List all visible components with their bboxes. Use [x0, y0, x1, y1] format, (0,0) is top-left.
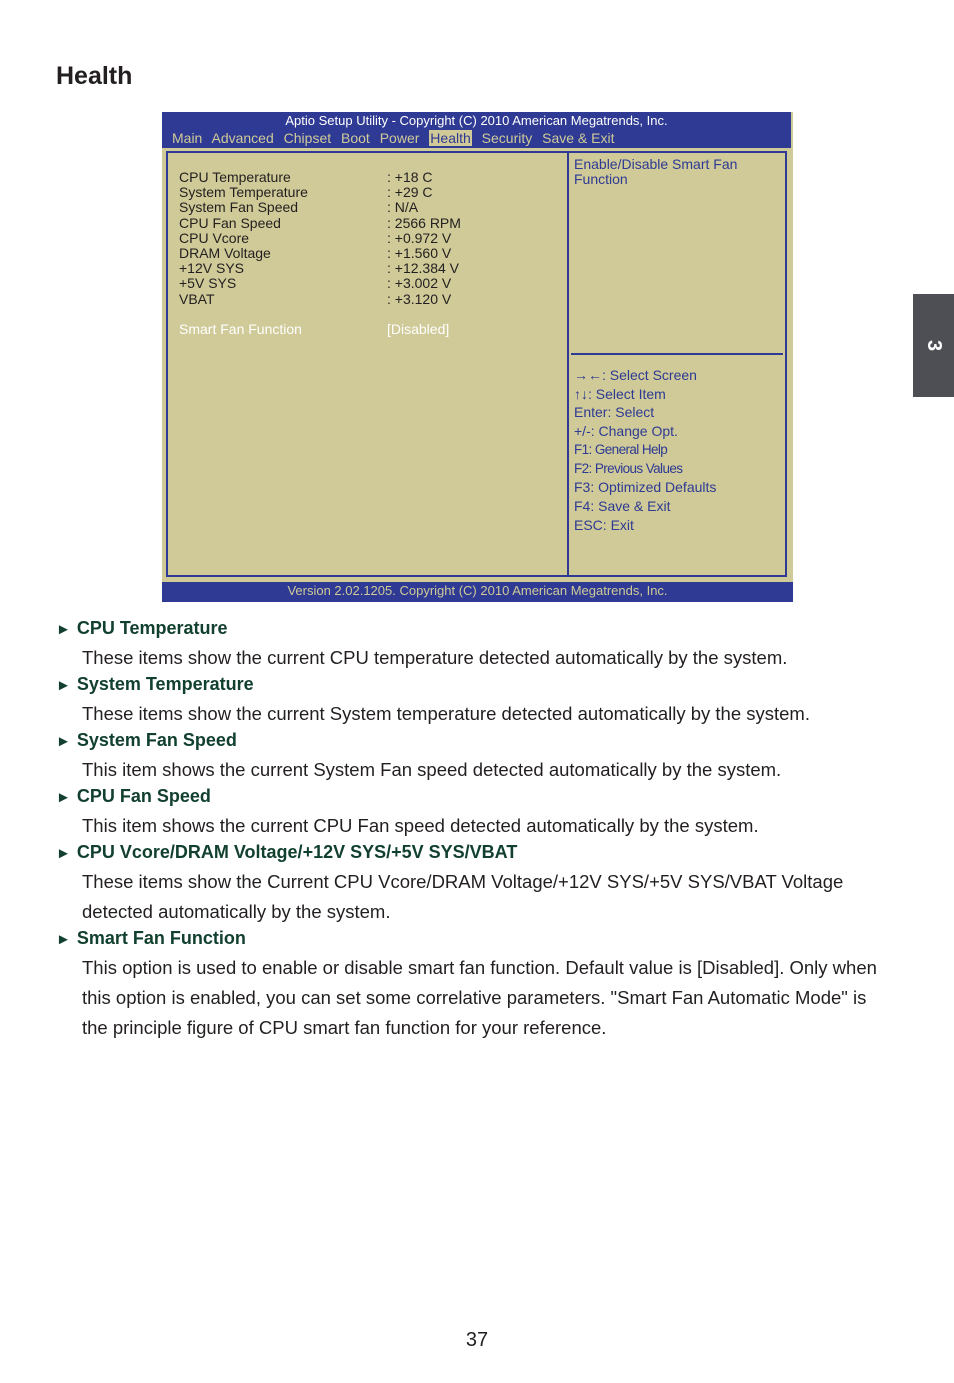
row-value: : +1.560 V: [387, 245, 452, 262]
key-legend: →←: Select Screen ↑↓: Select Item Enter:…: [574, 366, 716, 534]
row-value: : +18 C: [387, 169, 433, 185]
item-heading: CPU Fan Speed: [76, 786, 211, 806]
description-system-fan-speed: ► System Fan Speed This item shows the cu…: [56, 727, 896, 785]
bios-help-panel: Enable/Disable Smart Fan Function →←: Se…: [567, 151, 787, 577]
row-label: System Fan Speed: [179, 199, 299, 216]
row-value: : N/A: [387, 199, 419, 216]
bios-row-5v-sys: +5V SYS : +3.002 V: [179, 276, 461, 291]
triangle-right-icon: ►: [56, 845, 71, 862]
bios-row-system-fan-speed: System Fan Speed : N/A: [179, 200, 461, 215]
description-smart-fan-function: ► Smart Fan Function This option is used …: [56, 925, 896, 1043]
menu-tab-save-exit[interactable]: Save & Exit: [542, 130, 614, 146]
key-select-screen: →←: Select Screen: [574, 367, 697, 383]
bios-row-vbat: VBAT : +3.120 V: [179, 290, 461, 307]
description-system-temperature: ► System Temperature These items show the…: [56, 671, 896, 729]
option-label[interactable]: Smart Fan Function: [179, 321, 387, 337]
help-divider: [571, 353, 783, 355]
bios-settings-list: CPU Temperature : +18 C System Temperatu…: [179, 169, 461, 337]
row-label: DRAM Voltage: [179, 245, 271, 262]
bios-screenshot: Aptio Setup Utility - Copyright (C) 2010…: [162, 112, 793, 602]
key-f1-general-help: F1: General Help: [574, 441, 668, 457]
menu-tab-boot[interactable]: Boot: [341, 130, 370, 146]
row-label: VBAT: [179, 290, 215, 307]
description-cpu-fan-speed: ► CPU Fan Speed This item shows the curre…: [56, 783, 896, 841]
item-body: These items show the current CPU tempera…: [82, 647, 788, 668]
item-body: This item shows the current CPU Fan spee…: [82, 815, 759, 836]
row-label: CPU Fan Speed: [179, 214, 281, 231]
bios-header: Aptio Setup Utility - Copyright (C) 2010…: [162, 112, 791, 148]
triangle-right-icon: ►: [56, 789, 71, 806]
key-f2-previous-values: F2: Previous Values: [574, 460, 683, 476]
menu-tab-advanced[interactable]: Advanced: [211, 130, 273, 146]
row-value: : +0.972 V: [387, 229, 452, 246]
menu-tab-power[interactable]: Power: [380, 130, 420, 146]
key-esc-exit: ESC: Exit: [574, 516, 634, 533]
row-value: : +12.384 V: [387, 260, 460, 277]
item-body: These items show the Current CPU Vcore/D…: [82, 871, 844, 922]
menu-tab-health[interactable]: Health: [429, 130, 472, 146]
menu-tab-main[interactable]: Main: [172, 130, 202, 146]
option-value[interactable]: [Disabled]: [387, 321, 449, 337]
menu-tab-security[interactable]: Security: [482, 130, 533, 146]
item-body: This item shows the current System Fan s…: [82, 759, 782, 780]
item-heading: CPU Vcore/DRAM Voltage/+12V SYS/+5V SYS/…: [76, 842, 518, 862]
key-change-opt: +/-: Change Opt.: [574, 423, 678, 440]
row-label: System Temperature: [179, 184, 308, 201]
key-enter-select: Enter: Select: [574, 404, 655, 421]
bios-row-12v-sys: +12V SYS : +12.384 V: [179, 261, 461, 276]
triangle-right-icon: ►: [56, 733, 71, 750]
description-cpu-temperature: ► CPU Temperature These items show the cu…: [56, 615, 896, 673]
page-title: Health: [56, 62, 133, 90]
bios-title: Aptio Setup Utility - Copyright (C) 2010…: [285, 113, 668, 128]
key-f3-optimized-defaults: F3: Optimized Defaults: [574, 479, 717, 496]
row-value: : 2566 RPM: [387, 214, 461, 231]
menu-tab-chipset[interactable]: Chipset: [284, 130, 331, 146]
row-label: +5V SYS: [179, 275, 237, 292]
item-heading: System Fan Speed: [76, 730, 237, 750]
row-value: : +3.002 V: [387, 275, 452, 292]
bios-option-smart-fan-function[interactable]: Smart Fan Function [Disabled]: [179, 321, 461, 337]
row-label: CPU Temperature: [179, 169, 291, 185]
key-f4-save-exit: F4: Save & Exit: [574, 497, 671, 514]
bios-row-cpu-temperature: CPU Temperature : +18 C: [179, 169, 461, 185]
bios-settings-panel: CPU Temperature : +18 C System Temperatu…: [166, 151, 568, 577]
page-number: 37: [465, 1329, 489, 1351]
item-heading: Smart Fan Function: [76, 928, 246, 948]
row-value: : +29 C: [387, 184, 433, 201]
item-heading: System Temperature: [76, 674, 254, 694]
triangle-right-icon: ►: [56, 677, 71, 694]
row-value: : +3.120 V: [387, 290, 452, 307]
row-label: CPU Vcore: [179, 229, 250, 246]
description-voltages: ► CPU Vcore/DRAM Voltage/+12V SYS/+5V SYS…: [56, 839, 896, 927]
item-heading: CPU Temperature: [76, 618, 228, 638]
item-body: This option is used to enable or disable…: [82, 957, 877, 1038]
triangle-right-icon: ►: [56, 621, 71, 638]
chapter-tab: 3: [913, 294, 954, 397]
bios-row-cpu-vcore: CPU Vcore : +0.972 V: [179, 229, 461, 246]
item-descriptions: ► CPU Temperature These items show the cu…: [56, 615, 896, 1041]
bios-footer: Version 2.02.1205. Copyright (C) 2010 Am…: [162, 582, 793, 602]
bios-row-system-temperature: System Temperature : +29 C: [179, 185, 461, 200]
bios-row-dram-voltage: DRAM Voltage : +1.560 V: [179, 245, 461, 262]
item-body: These items show the current System temp…: [82, 703, 810, 724]
row-label: +12V SYS: [179, 260, 244, 277]
chapter-number: 3: [923, 339, 945, 352]
key-select-item: ↑↓: Select Item: [574, 385, 666, 402]
triangle-right-icon: ►: [56, 931, 71, 948]
bios-menu-bar: Main Advanced Chipset Boot Power Health …: [172, 130, 621, 146]
bios-row-cpu-fan-speed: CPU Fan Speed : 2566 RPM: [179, 214, 461, 231]
help-description: Enable/Disable Smart Fan Function: [574, 156, 738, 187]
